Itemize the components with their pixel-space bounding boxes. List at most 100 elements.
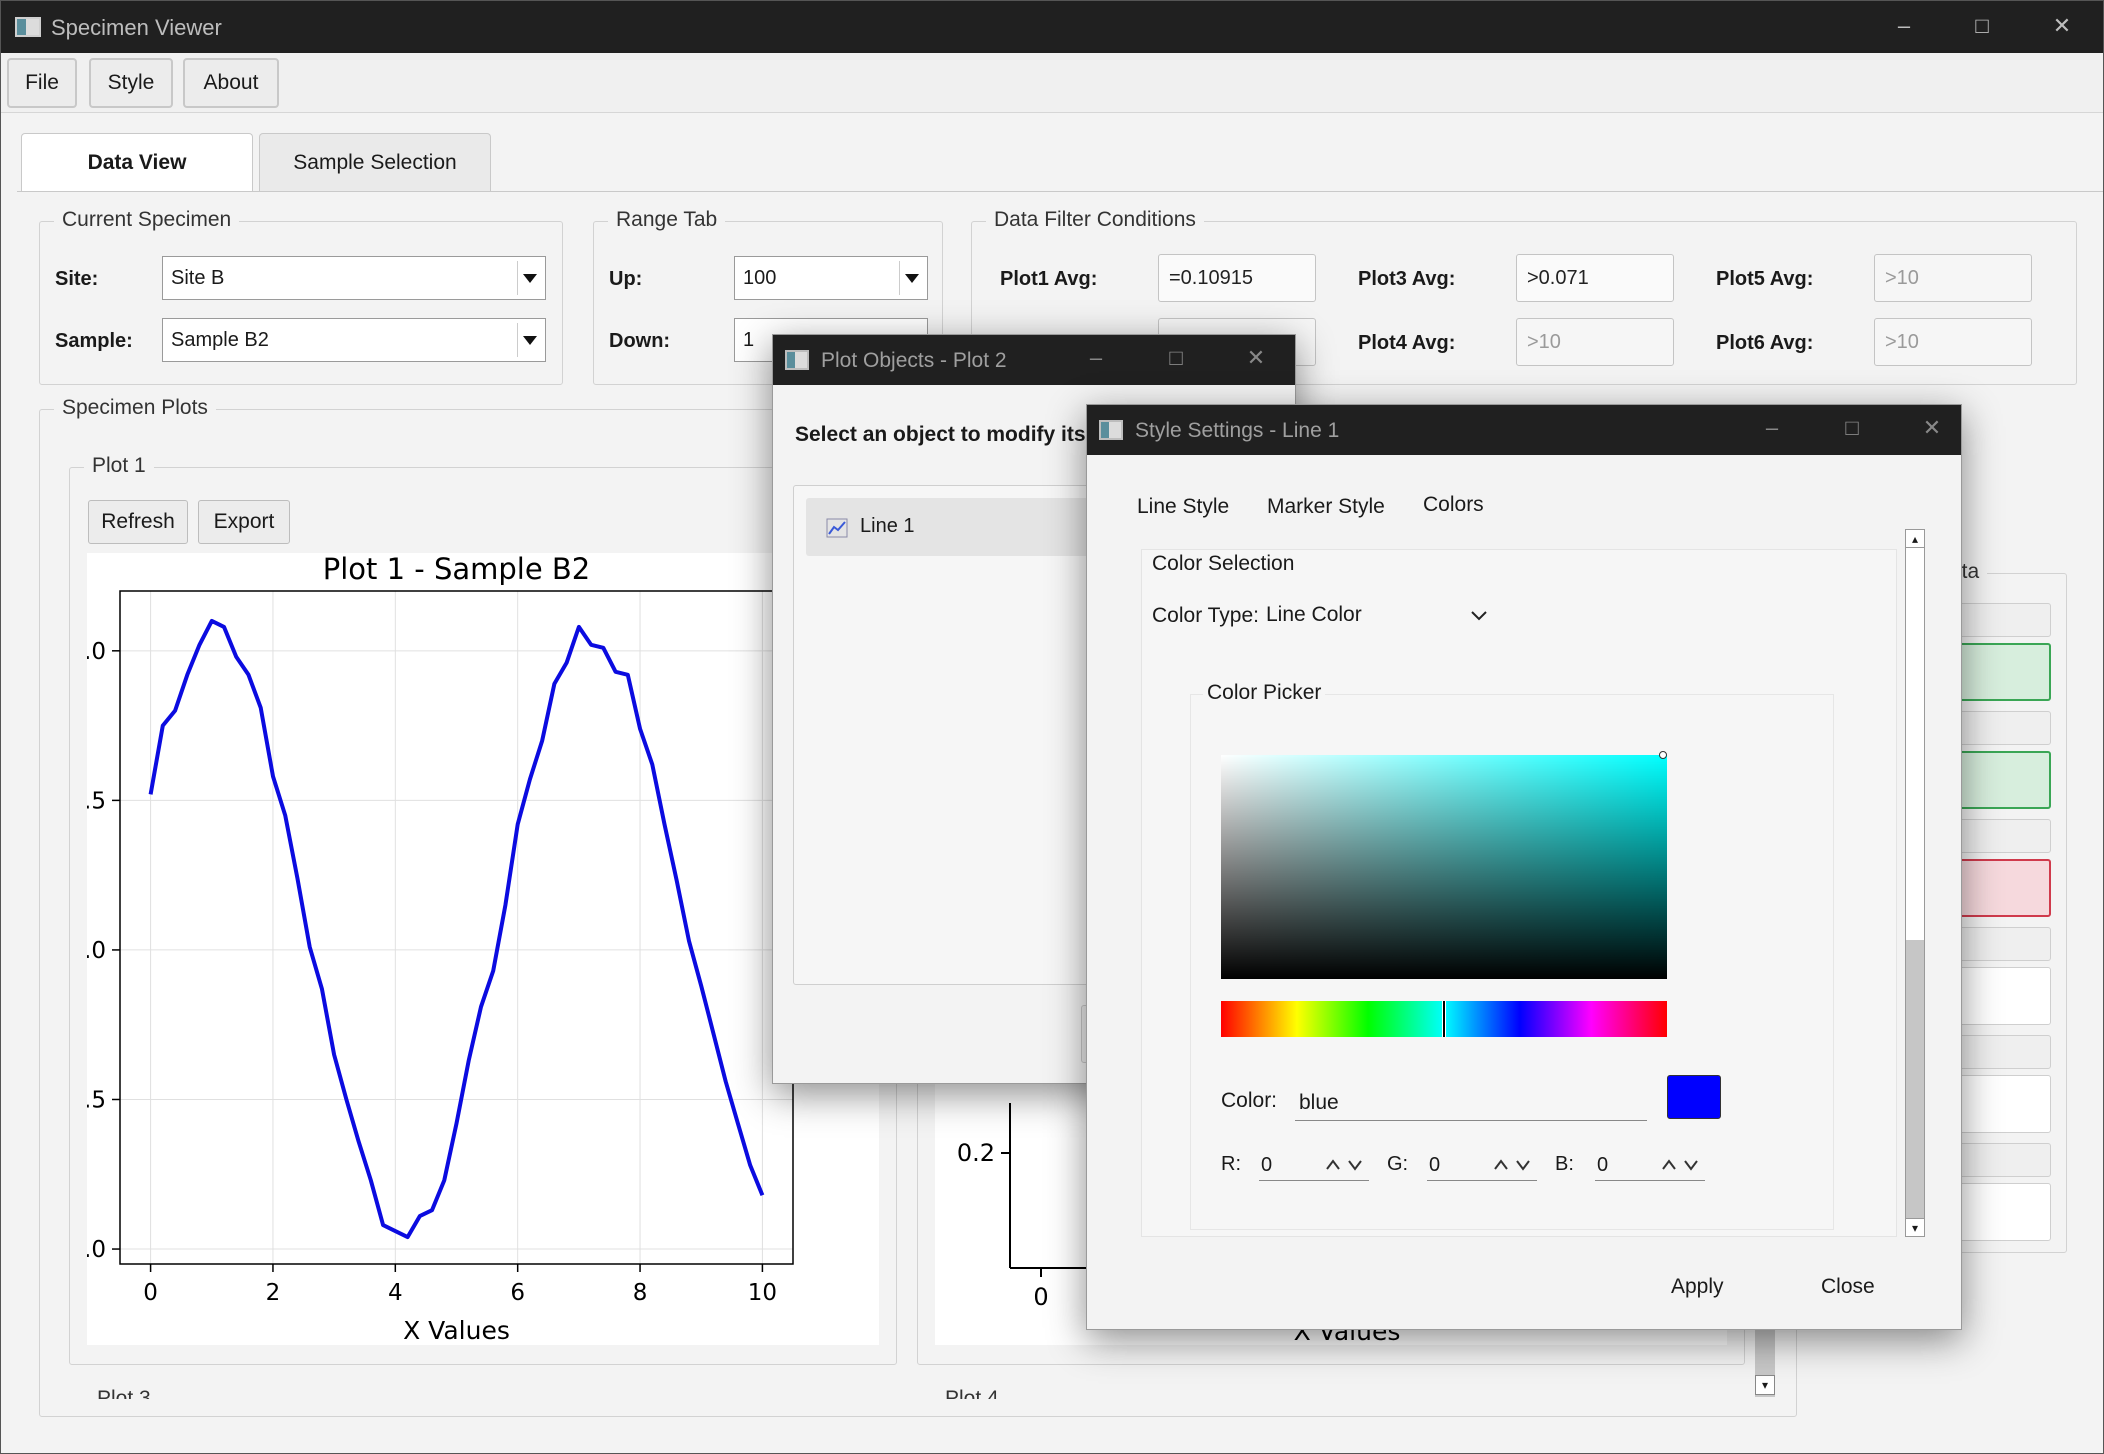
chevron-down-icon — [517, 323, 541, 357]
plot5-avg-field[interactable]: >10 — [1874, 254, 2032, 302]
down-label: Down: — [609, 330, 671, 352]
hue-slider-handle[interactable] — [1442, 1001, 1446, 1037]
maximize-icon[interactable]: □ — [1967, 11, 1997, 41]
plot4-group-title: Plot 4 — [945, 1387, 999, 1399]
style-settings-dialog: Style Settings - Line 1 – □ ✕ Line Style… — [1086, 404, 1962, 1330]
g-label: G: — [1387, 1153, 1409, 1175]
hue-slider[interactable] — [1221, 1001, 1667, 1037]
plot1-avg-field[interactable]: =0.10915 — [1158, 254, 1316, 302]
tab-line-style[interactable]: Line Style — [1137, 495, 1229, 519]
current-specimen-title: Current Specimen — [54, 208, 240, 232]
plot4-avg-label: Plot4 Avg: — [1358, 332, 1456, 354]
up-combo[interactable]: 100 — [734, 256, 928, 300]
close-icon[interactable]: ✕ — [1917, 413, 1947, 443]
plot6-avg-field[interactable]: >10 — [1874, 318, 2032, 366]
color-type-combo[interactable]: Line Color — [1262, 600, 1502, 634]
export-button[interactable]: Export — [198, 500, 290, 544]
color-picker-title: Color Picker — [1203, 681, 1326, 705]
close-icon[interactable]: ✕ — [1241, 343, 1271, 373]
scroll-down-icon[interactable]: ▾ — [1755, 1375, 1775, 1395]
plot3-avg-label: Plot3 Avg: — [1358, 268, 1456, 290]
plot-objects-title: Plot Objects - Plot 2 — [821, 349, 1007, 372]
plot-objects-titlebar: Plot Objects - Plot 2 – □ ✕ — [773, 335, 1295, 385]
up-label: Up: — [609, 268, 643, 290]
about-menu[interactable]: About — [183, 58, 279, 108]
spin-arrows-icon[interactable] — [1493, 1157, 1533, 1171]
refresh-button[interactable]: Refresh — [88, 500, 188, 544]
x-tick-label: 0 — [143, 1280, 158, 1306]
minimize-icon[interactable]: – — [1757, 413, 1787, 443]
x-axis-label: X Values — [403, 1316, 510, 1345]
plot5-avg-label: Plot5 Avg: — [1716, 268, 1814, 290]
g-value: 0 — [1429, 1154, 1441, 1176]
x-tick-label: 2 — [266, 1280, 281, 1306]
down-value: 1 — [743, 329, 755, 351]
apply-button[interactable]: Apply — [1671, 1275, 1724, 1299]
spin-arrows-icon[interactable] — [1325, 1157, 1365, 1171]
b-value: 0 — [1597, 1154, 1609, 1176]
title-bar: Specimen Viewer – □ ✕ — [1, 1, 2103, 53]
style-settings-title: Style Settings - Line 1 — [1135, 419, 1340, 442]
tab-data-view[interactable]: Data View — [21, 133, 253, 191]
sample-label: Sample: — [55, 330, 133, 352]
plot6-avg-label: Plot6 Avg: — [1716, 332, 1814, 354]
chevron-down-icon — [517, 261, 541, 295]
chevron-down-icon — [899, 261, 923, 295]
g-spinbox[interactable]: 0 — [1427, 1145, 1537, 1181]
app-icon — [1099, 420, 1123, 440]
color-label: Color: — [1221, 1089, 1278, 1112]
close-button[interactable]: Close — [1821, 1275, 1875, 1299]
data-filter-title: Data Filter Conditions — [986, 208, 1204, 232]
tab-colors[interactable]: Colors — [1423, 493, 1484, 517]
window-title: Specimen Viewer — [51, 15, 222, 40]
y-tick-label: −0.5 — [87, 1087, 106, 1113]
scroll-down-icon[interactable]: ▾ — [1906, 1218, 1924, 1236]
file-menu[interactable]: File — [7, 58, 77, 108]
b-label: B: — [1555, 1153, 1574, 1175]
site-value: Site B — [171, 267, 225, 289]
minimize-icon[interactable]: – — [1889, 11, 1919, 41]
plot1-avg-label: Plot1 Avg: — [1000, 268, 1098, 290]
sv-black-layer — [1221, 755, 1667, 979]
color-selection-panel: Color Selection Color Type: Line Color C… — [1141, 549, 1897, 1237]
plot1-group-title: Plot 1 — [84, 454, 154, 478]
saturation-value-picker[interactable] — [1221, 751, 1667, 979]
app-icon — [15, 17, 41, 37]
b-spinbox[interactable]: 0 — [1595, 1145, 1705, 1181]
y-tick-label: 0.5 — [87, 788, 106, 814]
color-type-value: Line Color — [1266, 603, 1362, 626]
x-tick-label: 8 — [633, 1280, 648, 1306]
x-tick-label: 6 — [510, 1280, 525, 1306]
site-combo[interactable]: Site B — [162, 256, 546, 300]
plot3-avg-field[interactable]: >0.071 — [1516, 254, 1674, 302]
plot1-canvas: Plot 1 - Sample B2 0 2 4 6 8 10 1.0 0.5 0.0 −0.5 −1… — [50, 552, 879, 1345]
plot1-chart: Plot 1 - Sample B2 0 2 4 6 8 10 1.0 0.5 0.0 −0.5 −1… — [50, 552, 794, 1345]
minimize-icon[interactable]: – — [1081, 343, 1111, 373]
r-spinbox[interactable]: 0 — [1259, 1145, 1369, 1181]
list-item-label: Line 1 — [860, 515, 915, 537]
maximize-icon[interactable]: □ — [1161, 343, 1191, 373]
current-specimen-group: Current Specimen Site: Site B Sample: Sa… — [39, 208, 563, 385]
tab-marker-style[interactable]: Marker Style — [1267, 495, 1385, 519]
tab-sample-selection[interactable]: Sample Selection — [259, 133, 491, 191]
color-name-input[interactable]: blue — [1295, 1083, 1647, 1121]
plot2-y-tick-label: 0.2 — [957, 1139, 995, 1167]
scroll-up-icon[interactable]: ▴ — [1906, 530, 1924, 548]
spin-arrows-icon[interactable] — [1661, 1157, 1701, 1171]
plot-objects-instruction: Select an object to modify its — [795, 423, 1086, 446]
style-settings-titlebar: Style Settings - Line 1 – □ ✕ — [1087, 405, 1961, 455]
plot4-avg-field[interactable]: >10 — [1516, 318, 1674, 366]
maximize-icon[interactable]: □ — [1837, 413, 1867, 443]
color-swatch[interactable] — [1667, 1075, 1721, 1119]
scrollbar-thumb[interactable] — [1906, 940, 1924, 1218]
sample-combo[interactable]: Sample B2 — [162, 318, 546, 362]
y-tick-label: 0.0 — [87, 938, 106, 964]
r-label: R: — [1221, 1153, 1241, 1175]
style-menu[interactable]: Style — [89, 58, 173, 108]
line-chart-icon — [826, 518, 848, 538]
plot-frame — [119, 590, 794, 1265]
close-icon[interactable]: ✕ — [2047, 11, 2077, 41]
sv-cursor[interactable] — [1659, 751, 1667, 759]
style-scrollbar[interactable]: ▴ ▾ — [1905, 529, 1925, 1237]
series-line — [148, 618, 765, 1240]
